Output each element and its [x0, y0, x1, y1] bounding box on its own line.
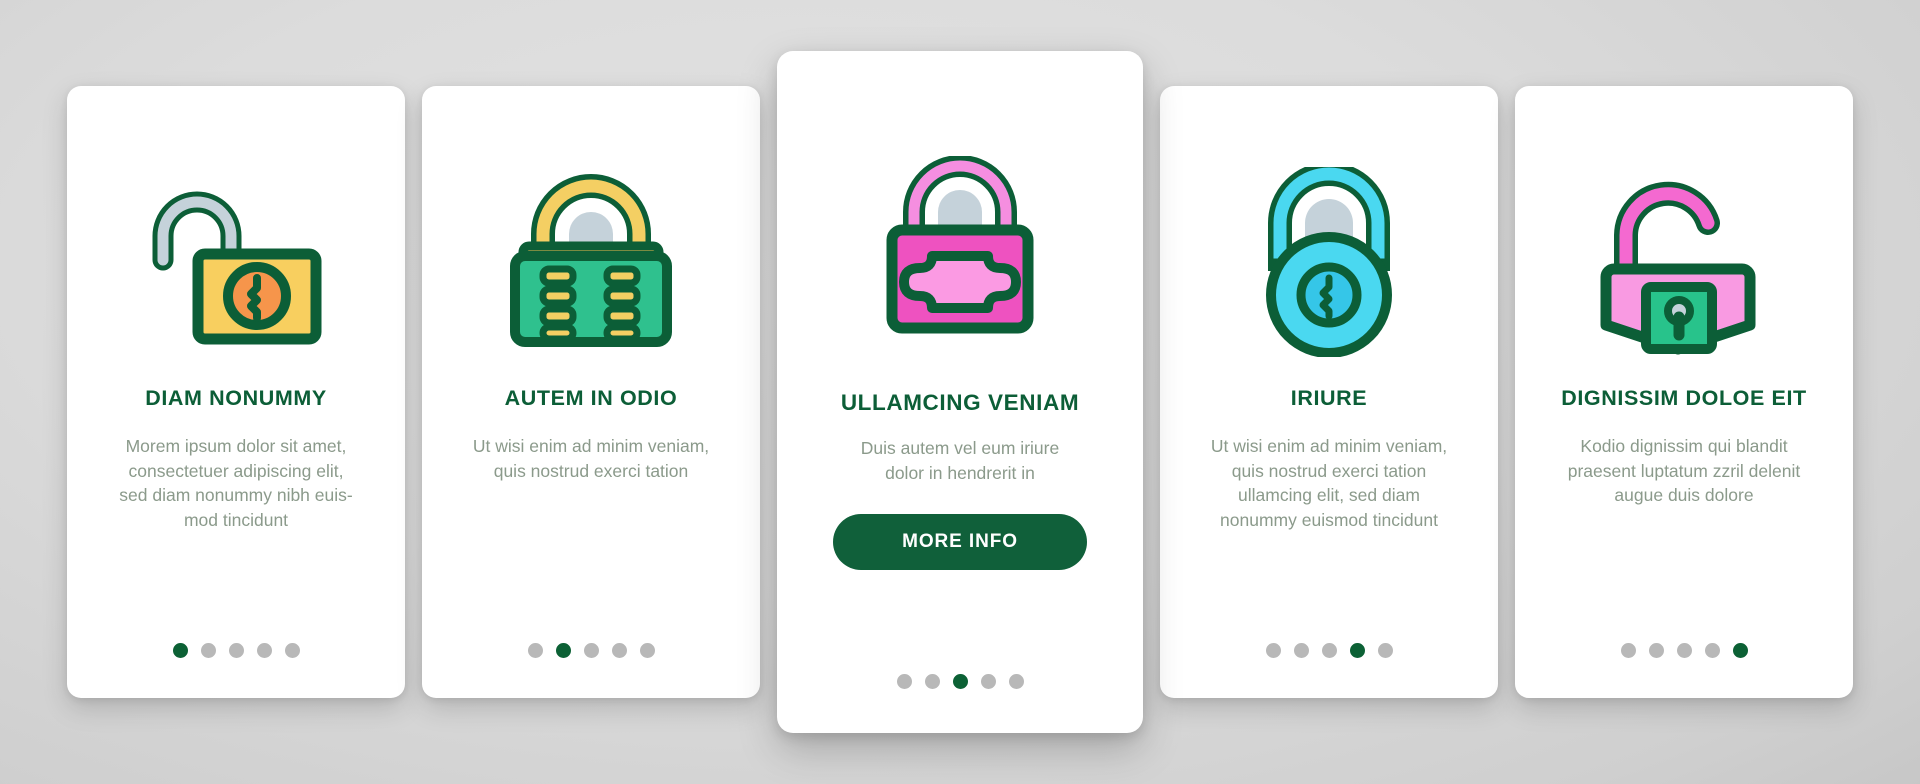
- pagination-dot-4[interactable]: [1704, 643, 1720, 658]
- onboarding-carousel-stage: DIAM NONUMMY Morem ipsum dolor sit amet, …: [0, 0, 1920, 784]
- card-icon-5: [1515, 144, 1853, 380]
- card-icon-4: [1160, 144, 1498, 380]
- card-body-text: Kodio dignissim qui blandit praesent lup…: [1567, 435, 1801, 506]
- pagination-dot-3[interactable]: [1676, 643, 1692, 658]
- pagination-dot-2[interactable]: [924, 674, 940, 689]
- pagination-dot-5[interactable]: [284, 643, 300, 658]
- pagination-dot-3[interactable]: [952, 674, 968, 689]
- onboarding-card-4[interactable]: IRIURE Ut wisi enim ad minim veniam, quis…: [1160, 86, 1498, 698]
- pagination-dots: [67, 643, 405, 658]
- pagination-dot-2[interactable]: [200, 643, 216, 658]
- card-title: AUTEM IN ODIO: [504, 386, 678, 410]
- closed-padlock-pink-icon: [886, 156, 1034, 334]
- pagination-dot-3[interactable]: [1321, 643, 1337, 658]
- pagination-dots: [1515, 643, 1853, 658]
- card-title: ULLAMCING VENIAM: [840, 390, 1080, 415]
- pagination-dot-2[interactable]: [1648, 643, 1664, 658]
- onboarding-card-1[interactable]: DIAM NONUMMY Morem ipsum dolor sit amet, …: [67, 86, 405, 698]
- pagination-dot-5[interactable]: [1377, 643, 1393, 658]
- pagination-dot-2[interactable]: [1293, 643, 1309, 658]
- pagination-dot-1[interactable]: [1620, 643, 1636, 658]
- pagination-dots: [422, 643, 760, 658]
- card-title: DIAM NONUMMY: [145, 386, 327, 410]
- pagination-dot-4[interactable]: [1349, 643, 1365, 658]
- card-body-text: Ut wisi enim ad minim veniam, quis nostr…: [1210, 435, 1448, 531]
- pagination-dot-5[interactable]: [1008, 674, 1024, 689]
- more-info-button[interactable]: MORE INFO: [833, 513, 1087, 570]
- pagination-dot-2[interactable]: [555, 643, 571, 658]
- pagination-dot-1[interactable]: [527, 643, 543, 658]
- pagination-dot-4[interactable]: [611, 643, 627, 658]
- pagination-dot-1[interactable]: [172, 643, 188, 658]
- card-body-text: Morem ipsum dolor sit amet, consectetuer…: [119, 435, 353, 531]
- card-title: IRIURE: [1290, 386, 1368, 410]
- pagination-dot-4[interactable]: [980, 674, 996, 689]
- card-icon-3: [777, 115, 1143, 383]
- pagination-dot-1[interactable]: [896, 674, 912, 689]
- pagination-dot-4[interactable]: [256, 643, 272, 658]
- pagination-dot-5[interactable]: [639, 643, 655, 658]
- card-body-text: Duis autem vel eum iriure dolor in hendr…: [860, 438, 1060, 483]
- combination-padlock-green-icon: [510, 174, 672, 347]
- onboarding-card-2[interactable]: AUTEM IN ODIO Ut wisi enim ad minim venia…: [422, 86, 760, 698]
- card-body-text: Ut wisi enim ad minim veniam, quis nostr…: [472, 435, 710, 481]
- open-padlock-yellow-icon: [152, 191, 322, 345]
- card-icon-2: [422, 144, 760, 380]
- card-title: DIGNISSIM DOLOE EIT: [1561, 386, 1807, 410]
- pagination-dot-3[interactable]: [583, 643, 599, 658]
- pagination-dot-5[interactable]: [1732, 643, 1748, 658]
- pagination-dots: [777, 674, 1143, 689]
- card-icon-1: [67, 144, 405, 380]
- round-combination-lock-cyan-icon: [1266, 167, 1392, 357]
- pagination-dot-3[interactable]: [228, 643, 244, 658]
- pagination-dots: [1160, 643, 1498, 658]
- onboarding-card-5[interactable]: DIGNISSIM DOLOE EIT Kodio dignissim qui b…: [1515, 86, 1853, 698]
- onboarding-card-3[interactable]: ULLAMCING VENIAM Duis autem vel eum iriur…: [777, 51, 1143, 733]
- pagination-dot-1[interactable]: [1265, 643, 1281, 658]
- unlocked-padlock-pink-icon: [1600, 181, 1756, 355]
- onboarding-cards-row: DIAM NONUMMY Morem ipsum dolor sit amet, …: [0, 0, 1920, 784]
